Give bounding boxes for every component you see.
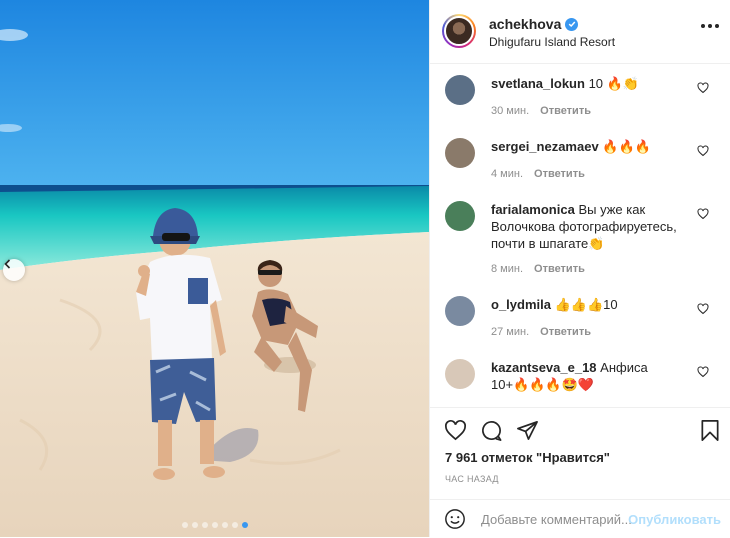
comment-text: 👍👍👍10: [554, 297, 618, 312]
avatar[interactable]: [442, 14, 476, 48]
emoji-icon: [445, 509, 465, 529]
emoji-button[interactable]: [444, 508, 466, 535]
comment-time: 30 мин.: [491, 105, 530, 117]
heart-icon[interactable]: [697, 145, 709, 157]
comment-username[interactable]: kazantseva_e_18: [491, 360, 597, 375]
comment-text: 10 🔥👏: [588, 76, 640, 91]
heart-icon[interactable]: [697, 303, 709, 315]
carousel-prev-button[interactable]: [3, 259, 25, 281]
post-time[interactable]: ЧАС НАЗАД: [445, 474, 499, 484]
carousel-dot: [231, 522, 238, 528]
avatar[interactable]: [445, 296, 475, 326]
comments-list[interactable]: svetlana_lokun 10 🔥👏 30 мин. Ответить se…: [430, 65, 730, 407]
heart-icon[interactable]: [697, 82, 709, 94]
comment-username[interactable]: o_lydmila: [491, 297, 551, 312]
avatar[interactable]: [445, 138, 475, 168]
chevron-left-icon: [4, 259, 11, 269]
beach-photo: [0, 0, 429, 537]
post-actions: 7 961 отметок "Нравится" ЧАС НАЗАД Опубл…: [430, 407, 730, 537]
reply-button[interactable]: Ответить: [540, 105, 591, 117]
post-photo[interactable]: [0, 0, 429, 537]
post-header: achekhova Dhigufaru Island Resort: [430, 0, 730, 64]
reply-button[interactable]: Ответить: [540, 326, 591, 338]
avatar[interactable]: [445, 75, 475, 105]
add-comment-bar: Опубликовать: [430, 499, 730, 538]
carousel-dot: [181, 522, 188, 528]
bookmark-icon: [701, 420, 719, 441]
comment-time: 8 мин.: [491, 263, 524, 275]
like-button[interactable]: [444, 419, 467, 447]
comment-button[interactable]: [480, 419, 503, 447]
comment-time: 4 мин.: [491, 168, 524, 180]
comment-text: 🔥🔥🔥: [602, 139, 651, 154]
share-icon: [517, 421, 538, 440]
heart-icon[interactable]: [697, 208, 709, 220]
comment-username[interactable]: farialamonica: [491, 202, 575, 217]
more-options-icon[interactable]: [701, 24, 719, 28]
heart-icon[interactable]: [697, 366, 709, 378]
verified-icon: [565, 17, 579, 31]
carousel-dot: [201, 522, 208, 528]
carousel-dot: [191, 522, 198, 528]
comment-input[interactable]: [481, 509, 641, 529]
post-side-panel: achekhova Dhigufaru Island Resort svetla…: [429, 0, 730, 537]
comment-username[interactable]: svetlana_lokun: [491, 76, 585, 91]
carousel-dot: [241, 522, 248, 528]
carousel-dot: [221, 522, 228, 528]
avatar[interactable]: [445, 359, 475, 389]
post-username[interactable]: achekhova: [489, 16, 561, 32]
instagram-post: achekhova Dhigufaru Island Resort svetla…: [0, 0, 730, 537]
comment-time: 27 мин.: [491, 326, 530, 338]
comment-icon: [482, 421, 502, 441]
heart-icon: [445, 419, 466, 441]
reply-button[interactable]: Ответить: [534, 168, 585, 180]
avatar[interactable]: [445, 201, 475, 231]
post-location[interactable]: Dhigufaru Island Resort: [489, 35, 615, 49]
carousel-indicator: [0, 522, 429, 528]
likes-count[interactable]: 7 961 отметок "Нравится": [445, 450, 610, 465]
save-button[interactable]: [699, 419, 721, 447]
reply-button[interactable]: Ответить: [534, 263, 585, 275]
comment-username[interactable]: sergei_nezamaev: [491, 139, 599, 154]
share-button[interactable]: [516, 419, 539, 447]
carousel-dot: [211, 522, 218, 528]
publish-button[interactable]: Опубликовать: [628, 512, 721, 527]
